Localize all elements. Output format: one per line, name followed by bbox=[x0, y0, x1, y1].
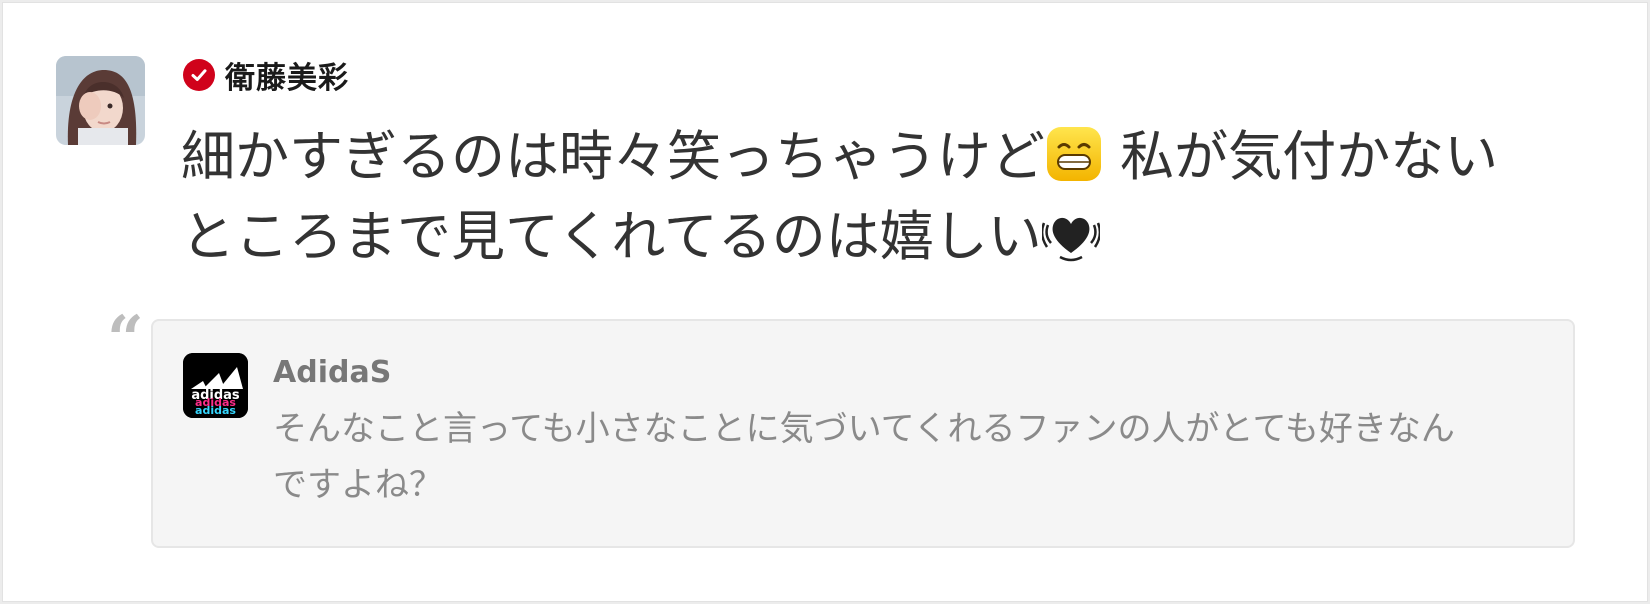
quoted-question-text: そんなこと言っても小さなことに気づいてくれるファンの人がとても好きなんですよね？ bbox=[273, 409, 1455, 505]
adidas-logo-icon[interactable]: adidas adidas adidas bbox=[183, 353, 248, 418]
quoted-author-name[interactable]: AdidaS bbox=[273, 355, 391, 390]
author-row: 衛藤美彩 bbox=[183, 53, 349, 97]
author-name[interactable]: 衛藤美彩 bbox=[225, 53, 349, 97]
author-avatar[interactable] bbox=[56, 56, 145, 145]
quoted-question[interactable]: adidas adidas adidas AdidaS そんなこと言っても小さな… bbox=[151, 319, 1575, 548]
verified-check-icon bbox=[183, 59, 215, 91]
post-text-line2: ところまで見てくれてるのは嬉しい bbox=[181, 205, 1042, 268]
post-text-line1-a: 細かすぎるのは時々笑っちゃうけど bbox=[181, 125, 1045, 188]
quote-mark-icon: “ bbox=[107, 302, 144, 377]
post-card: 衛藤美彩 細かすぎるのは時々笑っちゃうけど 私が気付かない ところまで見てくれてる… bbox=[2, 2, 1648, 602]
post-text: 細かすぎるのは時々笑っちゃうけど 私が気付かない ところまで見てくれてるのは嬉しい bbox=[181, 117, 1581, 277]
beating-heart-icon bbox=[1040, 205, 1101, 263]
svg-text:adidas: adidas bbox=[195, 404, 236, 417]
grinning-face-icon bbox=[1045, 125, 1103, 183]
post-text-line1-b: 私が気付かない bbox=[1103, 125, 1499, 188]
